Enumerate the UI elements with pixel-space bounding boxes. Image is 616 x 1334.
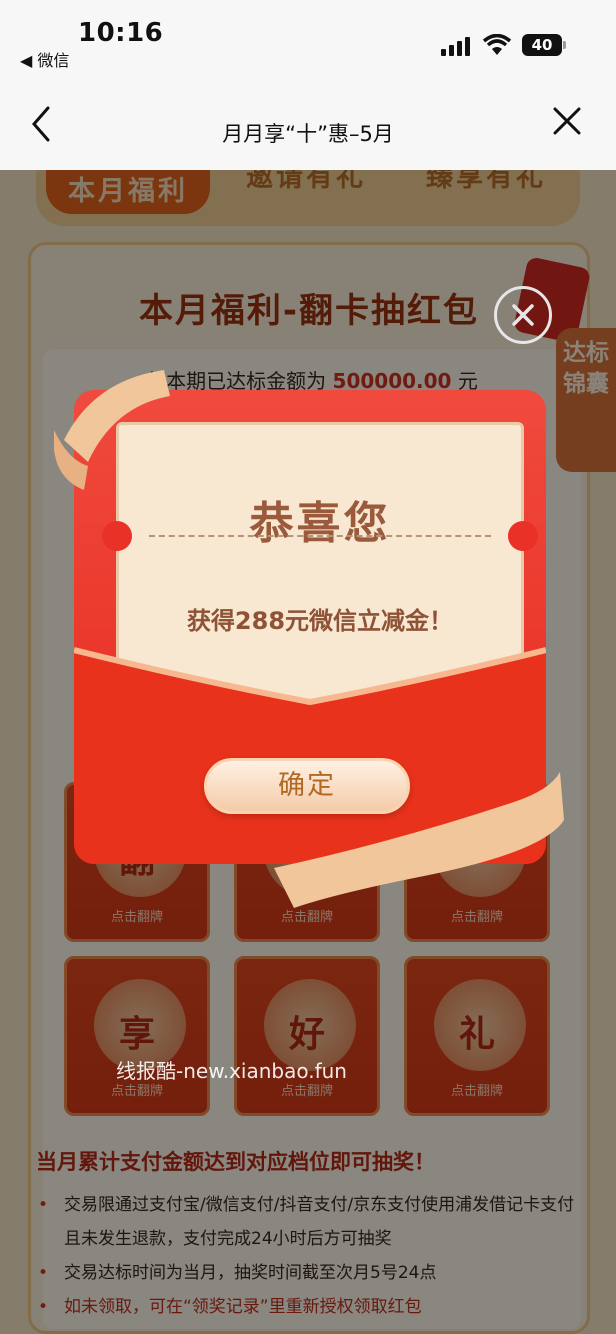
cellular-signal-icon <box>441 36 473 56</box>
battery-icon: 40 <box>522 34 562 56</box>
back-to-wechat-link[interactable]: ◀ 微信 <box>20 47 69 71</box>
nav-bar: 月月享“十”惠–5月 <box>0 80 616 170</box>
ribbon-decoration <box>54 370 170 490</box>
ribbon-decoration <box>274 772 564 908</box>
wifi-icon <box>482 34 512 55</box>
clock: 10:16 <box>78 18 164 48</box>
congrats-title: 恭喜您 <box>249 498 391 549</box>
battery-cap <box>563 41 566 49</box>
close-modal-icon[interactable] <box>494 286 552 344</box>
page-title: 月月享“十”惠–5月 <box>222 122 394 146</box>
close-icon[interactable] <box>550 104 584 138</box>
ticket-divider <box>149 535 491 537</box>
watermark-text: 线报酷-new.xianbao.fun <box>116 1059 347 1083</box>
status-bar: 10:16 ◀ 微信 40 <box>0 0 616 80</box>
prize-text: 获得288元微信立减金！ <box>186 607 454 635</box>
